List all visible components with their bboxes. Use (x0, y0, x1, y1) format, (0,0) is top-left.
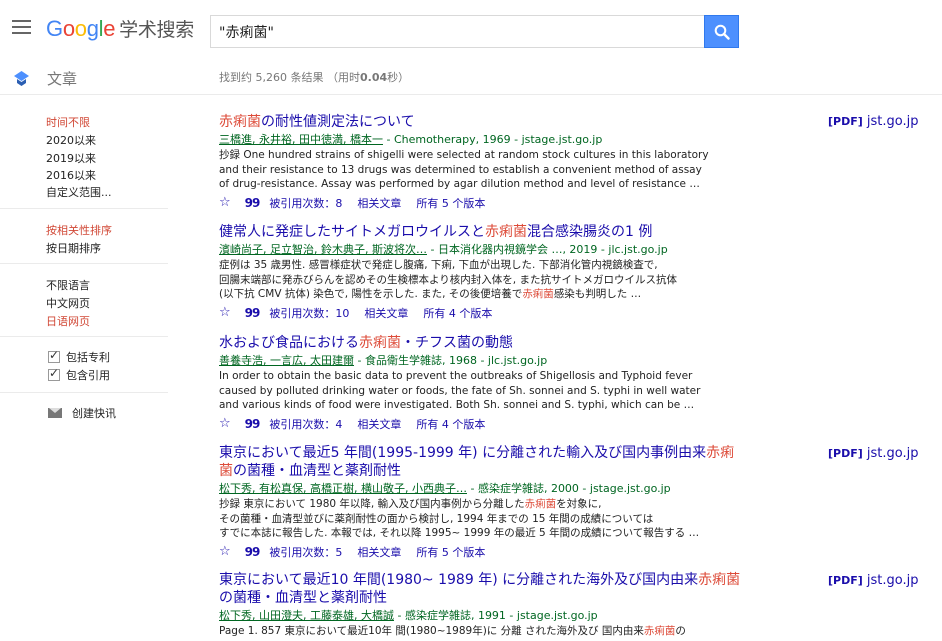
lang-japanese[interactable]: 日语网页 (46, 313, 90, 329)
search-result: 東京において最近5 年間(1995-1999 年) に分離された輸入及び国内事例… (219, 444, 819, 560)
result-title[interactable]: 健常人に発症したサイトメガロウイルスと赤痢菌混合感染腸炎の1 例 (219, 223, 819, 241)
lang-chinese[interactable]: 中文网页 (46, 295, 90, 311)
result-title[interactable]: 水および食品における赤痢菌・チフス菌の動態 (219, 334, 819, 352)
articles-icon (14, 71, 29, 86)
search-input[interactable] (211, 16, 704, 47)
menu-icon[interactable] (12, 20, 31, 36)
search-result: 健常人に発症したサイトメガロウイルスと赤痢菌混合感染腸炎の1 例 濱崎尚子, 足… (219, 223, 819, 321)
checkbox-icon (48, 366, 60, 381)
result-title[interactable]: 東京において最近10 年間(1980~ 1989 年) に分離された海外及び国内… (219, 571, 819, 607)
google-scholar-logo[interactable]: Google 学术搜索 (46, 15, 194, 42)
save-star-icon[interactable]: ☆ (219, 544, 231, 559)
cite-icon[interactable]: 99 (245, 306, 261, 320)
filter-since-2016[interactable]: 2016以来 (46, 167, 96, 183)
cite-icon[interactable]: 99 (245, 545, 261, 559)
result-snippet: 抄録 One hundred strains of shigelli were … (219, 149, 709, 190)
filter-custom-range[interactable]: 自定义范围... (46, 184, 112, 200)
pdf-link[interactable]: [PDF] jst.go.jp (828, 114, 919, 129)
result-stats: 找到约 5,260 条结果 （用时0.04秒） (219, 71, 410, 84)
all-versions-link[interactable]: 所有 4 个版本 (416, 416, 485, 432)
pdf-link[interactable]: [PDF] jst.go.jp (828, 573, 919, 588)
cited-by-link[interactable]: 被引用次数：10 (269, 305, 349, 321)
result-snippet: Page 1. 857 東京において最近10年 間(1980~1989年)に 分… (219, 625, 686, 637)
search-box (210, 15, 704, 48)
search-button[interactable] (704, 15, 739, 48)
search-result: 東京において最近10 年間(1980~ 1989 年) に分離された海外及び国内… (219, 571, 819, 639)
cited-by-link[interactable]: 被引用次数：4 (269, 416, 342, 432)
result-actions: ☆ 99 被引用次数：5 相关文章 所有 5 个版本 (219, 544, 819, 560)
result-title[interactable]: 東京において最近5 年間(1995-1999 年) に分離された輸入及び国内事例… (219, 444, 819, 480)
result-actions: ☆ 99 被引用次数：4 相关文章 所有 4 个版本 (219, 416, 819, 432)
filter-since-2020[interactable]: 2020以来 (46, 132, 96, 148)
pdf-link[interactable]: [PDF] jst.go.jp (828, 446, 919, 461)
include-patents-checkbox[interactable]: 包括专利 (48, 348, 110, 365)
sidebar-divider (0, 336, 168, 337)
all-versions-link[interactable]: 所有 4 个版本 (423, 305, 492, 321)
result-title[interactable]: 赤痢菌の耐性値測定法について (219, 113, 819, 131)
mail-icon (48, 408, 62, 418)
create-alert-button[interactable]: 创建快讯 (48, 405, 116, 421)
result-snippet: 抄録 東京において 1980 年以降, 輸入及び国内事例から分離した赤痢菌を対象… (219, 498, 700, 539)
related-articles-link[interactable]: 相关文章 (357, 416, 401, 432)
filter-any-time[interactable]: 时间不限 (46, 114, 90, 130)
articles-label[interactable]: 文章 (47, 68, 77, 89)
related-articles-link[interactable]: 相关文章 (364, 305, 408, 321)
result-actions: ☆ 99 被引用次数：10 相关文章 所有 4 个版本 (219, 305, 819, 321)
cite-icon[interactable]: 99 (245, 417, 261, 431)
sort-by-date[interactable]: 按日期排序 (46, 240, 101, 256)
save-star-icon[interactable]: ☆ (219, 416, 231, 431)
search-result: 水および食品における赤痢菌・チフス菌の動態 善養寺浩, 一言広, 太田建爾 - … (219, 334, 819, 432)
cited-by-link[interactable]: 被引用次数：8 (269, 195, 342, 211)
related-articles-link[interactable]: 相关文章 (357, 195, 401, 211)
result-actions: ☆ 99 被引用次数：8 相关文章 所有 5 个版本 (219, 195, 819, 211)
save-star-icon[interactable]: ☆ (219, 195, 231, 210)
related-articles-link[interactable]: 相关文章 (357, 544, 401, 560)
sort-by-relevance[interactable]: 按相关性排序 (46, 222, 112, 238)
all-versions-link[interactable]: 所有 5 个版本 (416, 195, 485, 211)
sidebar-divider (0, 263, 168, 264)
subbar: 文章 找到约 5,260 条结果 （用时0.04秒） (0, 62, 942, 95)
result-meta: 濱崎尚子, 足立智治, 鈴木典子, 斯波将次… - 日本消化器内視鏡学会 …, … (219, 243, 668, 256)
filter-since-2019[interactable]: 2019以来 (46, 150, 96, 166)
result-meta: 三橋進, 永井裕, 田中徳満, 橋本一 - Chemotherapy, 1969… (219, 133, 603, 146)
result-snippet: In order to obtain the basic data to pre… (219, 370, 701, 411)
header: Google 学术搜索 (0, 0, 942, 62)
search-icon (714, 24, 730, 40)
include-citations-checkbox[interactable]: 包含引用 (48, 366, 110, 383)
result-snippet: 症例は 35 歳男性. 感冒様症状で発症し腹痛, 下痢, 下血が出現した. 下部… (219, 259, 677, 300)
sidebar-divider (0, 208, 168, 209)
lang-any[interactable]: 不限语言 (46, 277, 90, 293)
all-versions-link[interactable]: 所有 5 个版本 (416, 544, 485, 560)
cite-icon[interactable]: 99 (245, 196, 261, 210)
save-star-icon[interactable]: ☆ (219, 305, 231, 320)
checkbox-icon (48, 348, 60, 363)
cited-by-link[interactable]: 被引用次数：5 (269, 544, 342, 560)
result-meta: 善養寺浩, 一言広, 太田建爾 - 食品衛生学雑誌, 1968 - jlc.js… (219, 354, 548, 367)
result-meta: 松下秀, 有松真保, 高橋正樹, 横山敬子, 小西典子… - 感染症学雑誌, 2… (219, 482, 671, 495)
result-meta: 松下秀, 山田澄夫, 工藤泰雄, 大橋誠 - 感染症学雑誌, 1991 - js… (219, 609, 598, 622)
search-result: 赤痢菌の耐性値測定法について 三橋進, 永井裕, 田中徳満, 橋本一 - Che… (219, 113, 819, 211)
sidebar-divider (0, 392, 168, 393)
